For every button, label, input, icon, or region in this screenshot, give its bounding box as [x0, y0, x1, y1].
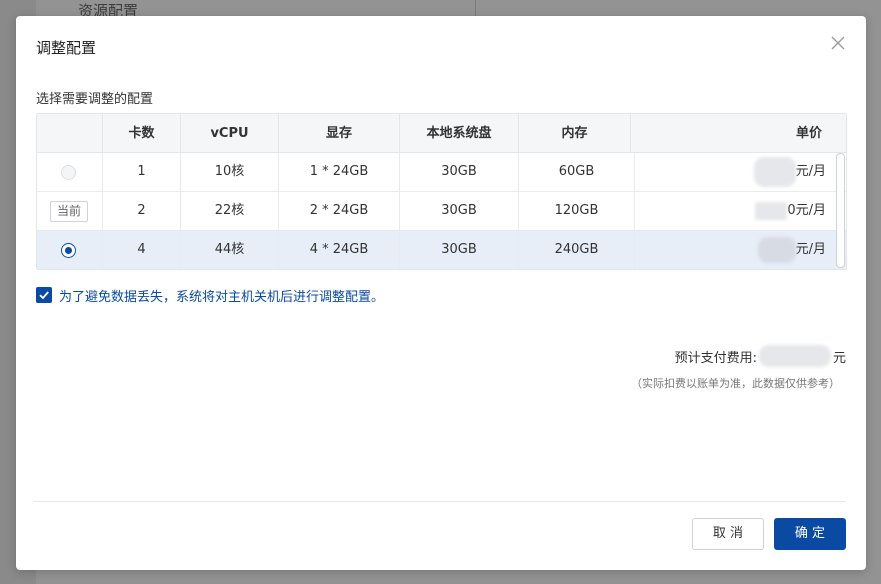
header-price: 单价 [795, 126, 822, 141]
billing-note: （实际扣费以账单为准，此数据仅供参考） [631, 377, 840, 390]
adjust-config-dialog: 调整配置 选择需要调整的配置 卡数 vCPU 显存 本地系统盘 内存 单价 1 … [16, 16, 866, 570]
disk-cell: 30GB [400, 192, 519, 230]
table-row: 当前 2 22核 2 * 24GB 30GB 120GB 0元/月 [37, 192, 846, 231]
redacted-price [755, 201, 788, 220]
vram-cell: 4 * 24GB [279, 231, 400, 269]
confirm-button[interactable]: 确 定 [774, 518, 846, 550]
vram-cell: 2 * 24GB [279, 192, 400, 230]
radio-button[interactable] [61, 243, 76, 258]
cards-cell: 4 [103, 231, 181, 269]
price-unit: 元/月 [795, 242, 826, 257]
estimate-label: 预计支付费用: [674, 350, 757, 366]
table-header: 卡数 vCPU 显存 本地系统盘 内存 单价 [37, 114, 846, 153]
price-unit: 0元/月 [787, 203, 826, 218]
close-icon[interactable] [828, 33, 848, 53]
estimated-payment: 预计支付费用: 元 [675, 345, 846, 367]
vcpu-cell: 10核 [181, 153, 279, 191]
header-memory: 内存 [519, 114, 631, 153]
dialog-title: 调整配置 [36, 39, 97, 57]
cards-cell: 1 [103, 153, 181, 191]
header-select [37, 114, 103, 153]
redacted-price [753, 156, 796, 187]
memory-cell: 60GB [519, 153, 635, 191]
current-tag: 当前 [50, 201, 88, 222]
memory-cell: 120GB [519, 192, 635, 230]
price-cell: 0元/月 [635, 192, 846, 230]
checkmark-icon [39, 291, 49, 300]
cancel-button[interactable]: 取 消 [692, 518, 764, 550]
vram-cell: 1 * 24GB [279, 153, 400, 191]
header-cards: 卡数 [103, 114, 181, 153]
table-scrollbar[interactable] [836, 153, 845, 268]
select-cell [37, 231, 103, 269]
radio-button [61, 165, 76, 180]
redacted-amount [758, 345, 831, 367]
background-divider [475, 0, 476, 16]
header-vcpu: vCPU [181, 114, 279, 153]
header-disk: 本地系统盘 [400, 114, 519, 153]
table-row: 1 10核 1 * 24GB 30GB 60GB 元/月 [37, 153, 846, 192]
estimate-unit: 元 [832, 350, 846, 366]
vcpu-cell: 22核 [181, 192, 279, 230]
shutdown-notice: 为了避免数据丢失，系统将对主机关机后进行调整配置。 [36, 286, 385, 305]
notice-checkbox[interactable] [36, 287, 52, 303]
price-unit: 元/月 [795, 164, 826, 179]
select-cell: 当前 [37, 192, 103, 230]
vcpu-cell: 44核 [181, 231, 279, 269]
footer-divider [33, 501, 846, 502]
table-row[interactable]: 4 44核 4 * 24GB 30GB 240GB 元/月 [37, 231, 846, 269]
header-vram: 显存 [279, 114, 400, 153]
section-label: 选择需要调整的配置 [36, 92, 154, 107]
redacted-price [757, 236, 796, 263]
notice-text: 为了避免数据丢失，系统将对主机关机后进行调整配置。 [59, 289, 385, 305]
price-cell: 元/月 [635, 153, 846, 191]
cards-cell: 2 [103, 192, 181, 230]
memory-cell: 240GB [519, 231, 635, 269]
config-table: 卡数 vCPU 显存 本地系统盘 内存 单价 1 10核 1 * 24GB 30… [36, 113, 847, 270]
price-cell: 元/月 [635, 231, 846, 269]
disk-cell: 30GB [400, 153, 519, 191]
select-cell [37, 153, 103, 191]
disk-cell: 30GB [400, 231, 519, 269]
